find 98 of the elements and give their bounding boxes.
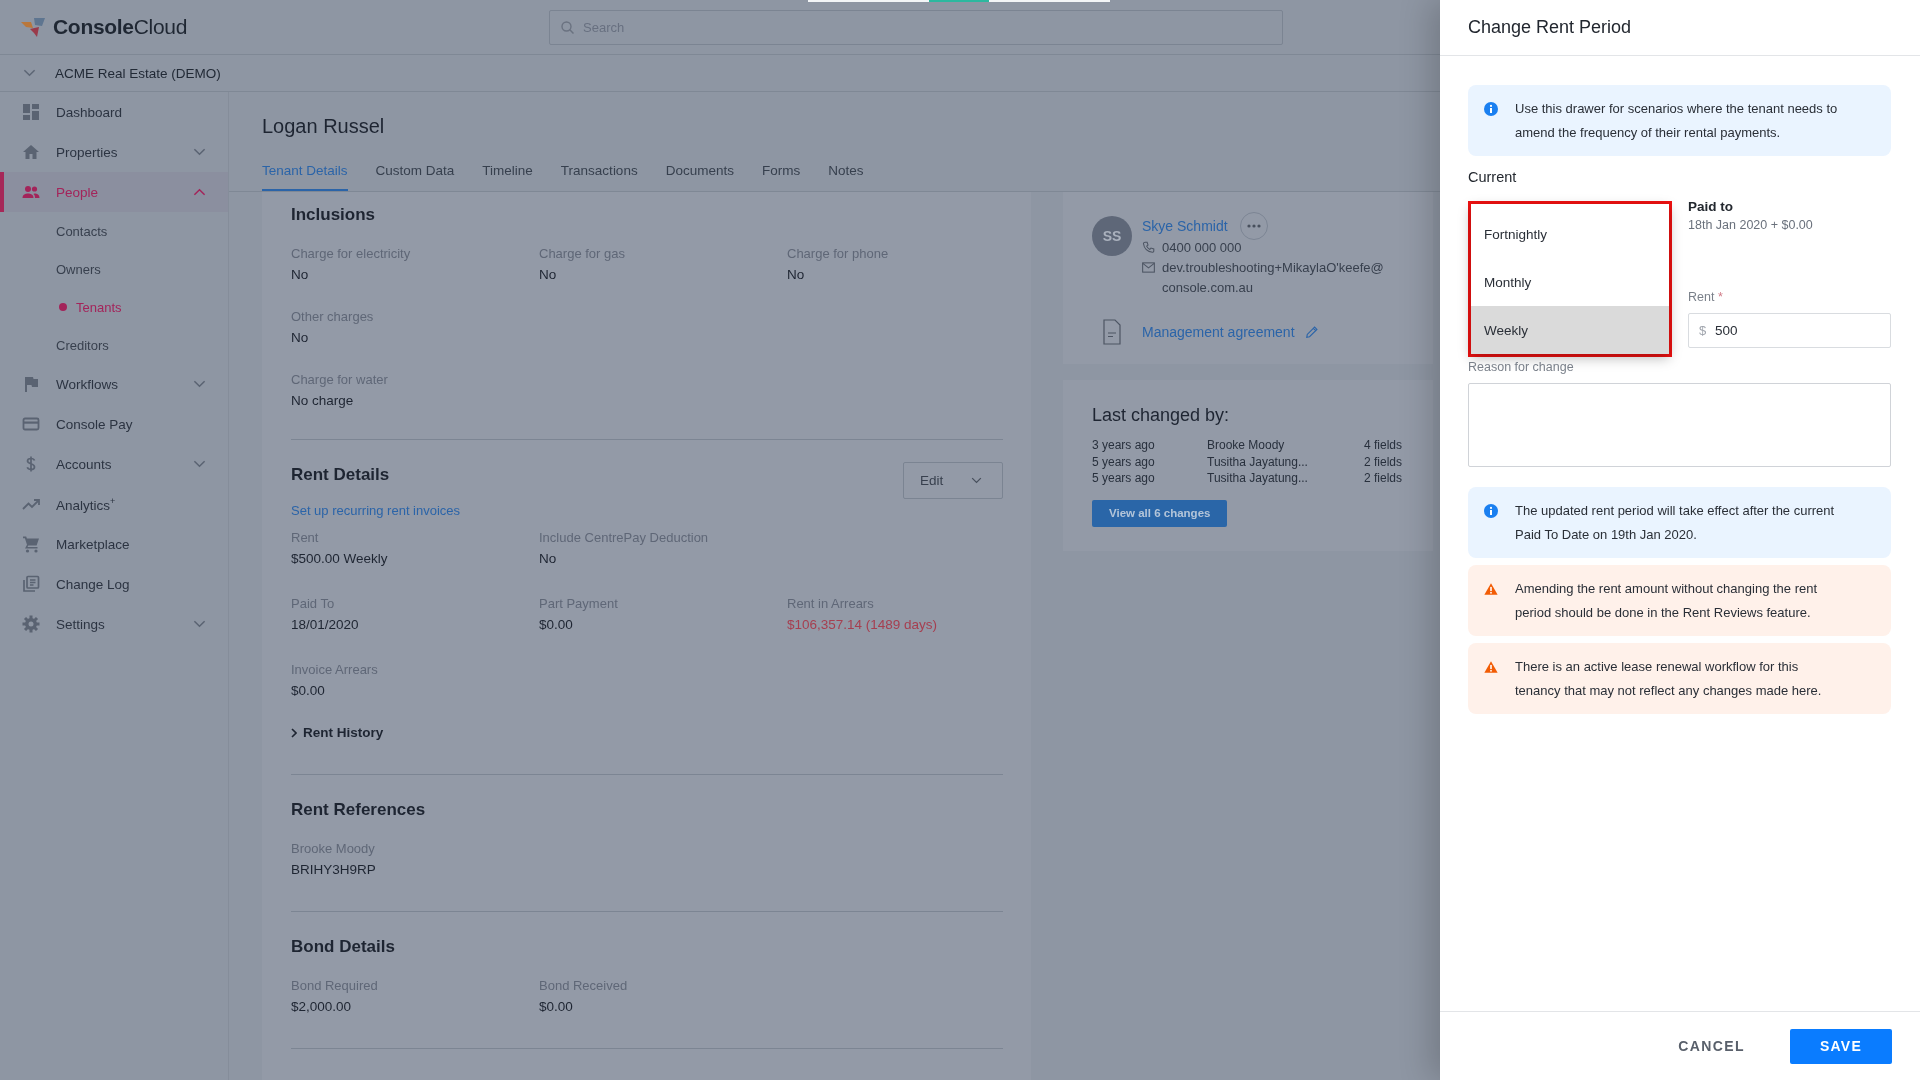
notice-text: There is an active lease renewal workflow for this tenancy that may not reflect any changes made here.: [1515, 658, 1823, 700]
credit-card-icon: [22, 415, 40, 433]
field-value: 18th Jan 2020 + $0.00: [1688, 217, 1814, 234]
field-value: No: [539, 266, 558, 284]
save-button[interactable]: SAVE: [1790, 1028, 1892, 1064]
field-value: $2,000.00: [291, 998, 353, 1016]
field-value: No: [291, 329, 310, 347]
change-count: 4 fields: [1363, 437, 1402, 454]
sidebar-subitem[interactable]: Tenants: [0, 288, 228, 326]
app-logo-text: ConsoleCloud: [53, 15, 188, 39]
sidebar-item[interactable]: Analytics$^{+}$: [0, 484, 228, 524]
change-time: 3 years ago: [1092, 437, 1156, 454]
field-value: BRIHY3H9RP: [291, 861, 377, 879]
field-value: $0.00: [539, 998, 574, 1016]
warning-icon: [1484, 582, 1498, 596]
owner-name-link[interactable]: Skye Schmidt: [1142, 218, 1228, 234]
field-value: $106,357.14 (1489 days): [787, 616, 939, 634]
cancel-button[interactable]: CANCEL: [1668, 1030, 1755, 1062]
cart-icon: [22, 535, 40, 553]
dropdown-option[interactable]: Weekly: [1471, 306, 1669, 354]
notice-text: Use this drawer for scenarios where the tenant needs to amend the frequency of their rental payments.: [1515, 100, 1839, 142]
tab[interactable]: Notes: [828, 150, 864, 191]
reason-textarea[interactable]: [1468, 383, 1891, 467]
notice-text: The updated rent period will take effect after the current Paid To Date on 19th Jan 2020.: [1515, 502, 1836, 544]
sidebar-item[interactable]: Settings: [0, 604, 228, 644]
field-value: No: [291, 266, 310, 284]
field-value: No: [787, 266, 806, 284]
tab[interactable]: Transactions: [560, 150, 638, 191]
pencil-icon[interactable]: [1304, 325, 1319, 339]
change-count: 2 fields: [1363, 453, 1402, 470]
card-heading: Last changed by:: [1092, 404, 1231, 427]
sidebar-item[interactable]: Change Log: [0, 564, 228, 604]
warning-icon: [1484, 660, 1498, 674]
sidebar-subitem[interactable]: Owners: [0, 250, 228, 288]
info-icon: [1484, 504, 1498, 518]
currency-symbol: $: [1699, 322, 1707, 339]
more-dots-icon: [1246, 224, 1261, 228]
edit-button[interactable]: Edit: [903, 462, 1003, 499]
phone-icon: [1142, 241, 1155, 254]
field-value: $0.00: [291, 682, 326, 700]
flag-icon: [22, 375, 40, 393]
view-changes-button[interactable]: View all 6 changes: [1092, 499, 1228, 527]
group-heading: Current: [1468, 168, 1518, 187]
mail-icon: [1142, 261, 1155, 274]
sidebar-item[interactable]: Properties: [0, 132, 228, 172]
sidebar-item[interactable]: Marketplace: [0, 524, 228, 564]
drawer-title: Change Rent Period: [1440, 0, 1920, 56]
field-value: 18/01/2020: [291, 616, 360, 634]
field-value: $0.00: [539, 616, 574, 634]
page-title: Logan Russel: [261, 114, 386, 139]
section-link[interactable]: Set up recurring rent invoices: [291, 501, 461, 521]
sidebar-item[interactable]: Accounts: [0, 444, 228, 484]
owner-phone: 0400 000 000: [1162, 239, 1242, 257]
section-heading: Rent References: [291, 799, 426, 821]
dashboard-icon: [22, 103, 40, 121]
sidebar-item[interactable]: People: [0, 172, 228, 212]
field-value: No: [539, 550, 558, 568]
info-icon: [1484, 102, 1498, 116]
change-author: Tusitha Jayatung...: [1207, 453, 1309, 470]
change-author: Tusitha Jayatung...: [1207, 470, 1309, 487]
logo-icon: [20, 16, 46, 38]
search-icon: [561, 20, 574, 34]
section-heading: Inclusions: [291, 204, 376, 226]
change-time: 5 years ago: [1092, 470, 1156, 487]
dropdown-option[interactable]: Fortnightly: [1471, 210, 1669, 258]
section-heading: Bond Details: [291, 936, 395, 958]
change-count: 2 fields: [1363, 470, 1402, 487]
field-label: Rent *: [1688, 289, 1724, 306]
tab[interactable]: Custom Data: [375, 150, 455, 191]
notice-text: Amending the rent amount without changing the rent period should be done in the Rent Reviews feature.: [1515, 580, 1819, 622]
change-time: 5 years ago: [1092, 453, 1156, 470]
sidebar-item[interactable]: Dashboard: [0, 92, 228, 132]
section-heading: Rent Details: [291, 464, 390, 486]
sidebar-subitem[interactable]: Contacts: [0, 212, 228, 250]
dropdown-option[interactable]: Monthly: [1471, 258, 1669, 306]
sidebar-item[interactable]: Workflows: [0, 364, 228, 404]
sidebar-item[interactable]: Console Pay: [0, 404, 228, 444]
sidebar-subitem[interactable]: Creditors: [0, 326, 228, 364]
stacked-pages-icon: [22, 575, 40, 593]
field-value: No charge: [291, 392, 355, 410]
tab[interactable]: Documents: [665, 150, 734, 191]
expand-toggle[interactable]: Rent History: [291, 725, 384, 740]
home-icon: [22, 143, 40, 161]
field-label: Reason for change: [1468, 359, 1575, 375]
field-value: $500.00 Weekly: [291, 550, 389, 568]
chevron-down-icon: [971, 477, 982, 484]
change-author: Brooke Moody: [1207, 437, 1286, 454]
chevron-right-icon: [291, 727, 297, 738]
agreement-link[interactable]: Management agreement: [1142, 324, 1295, 340]
settings-icon: [22, 615, 40, 633]
people-icon: [22, 183, 40, 201]
tab[interactable]: Timeline: [482, 150, 533, 191]
avatar-initials: SS: [1092, 216, 1132, 256]
field-label: Paid to: [1688, 198, 1734, 216]
bullet-dot-icon: [59, 303, 67, 311]
document-icon: [1103, 319, 1121, 345]
owner-email: dev.troubleshooting+MikaylaO'keefe@console.com.au: [1162, 259, 1385, 297]
tab[interactable]: Forms: [761, 150, 801, 191]
